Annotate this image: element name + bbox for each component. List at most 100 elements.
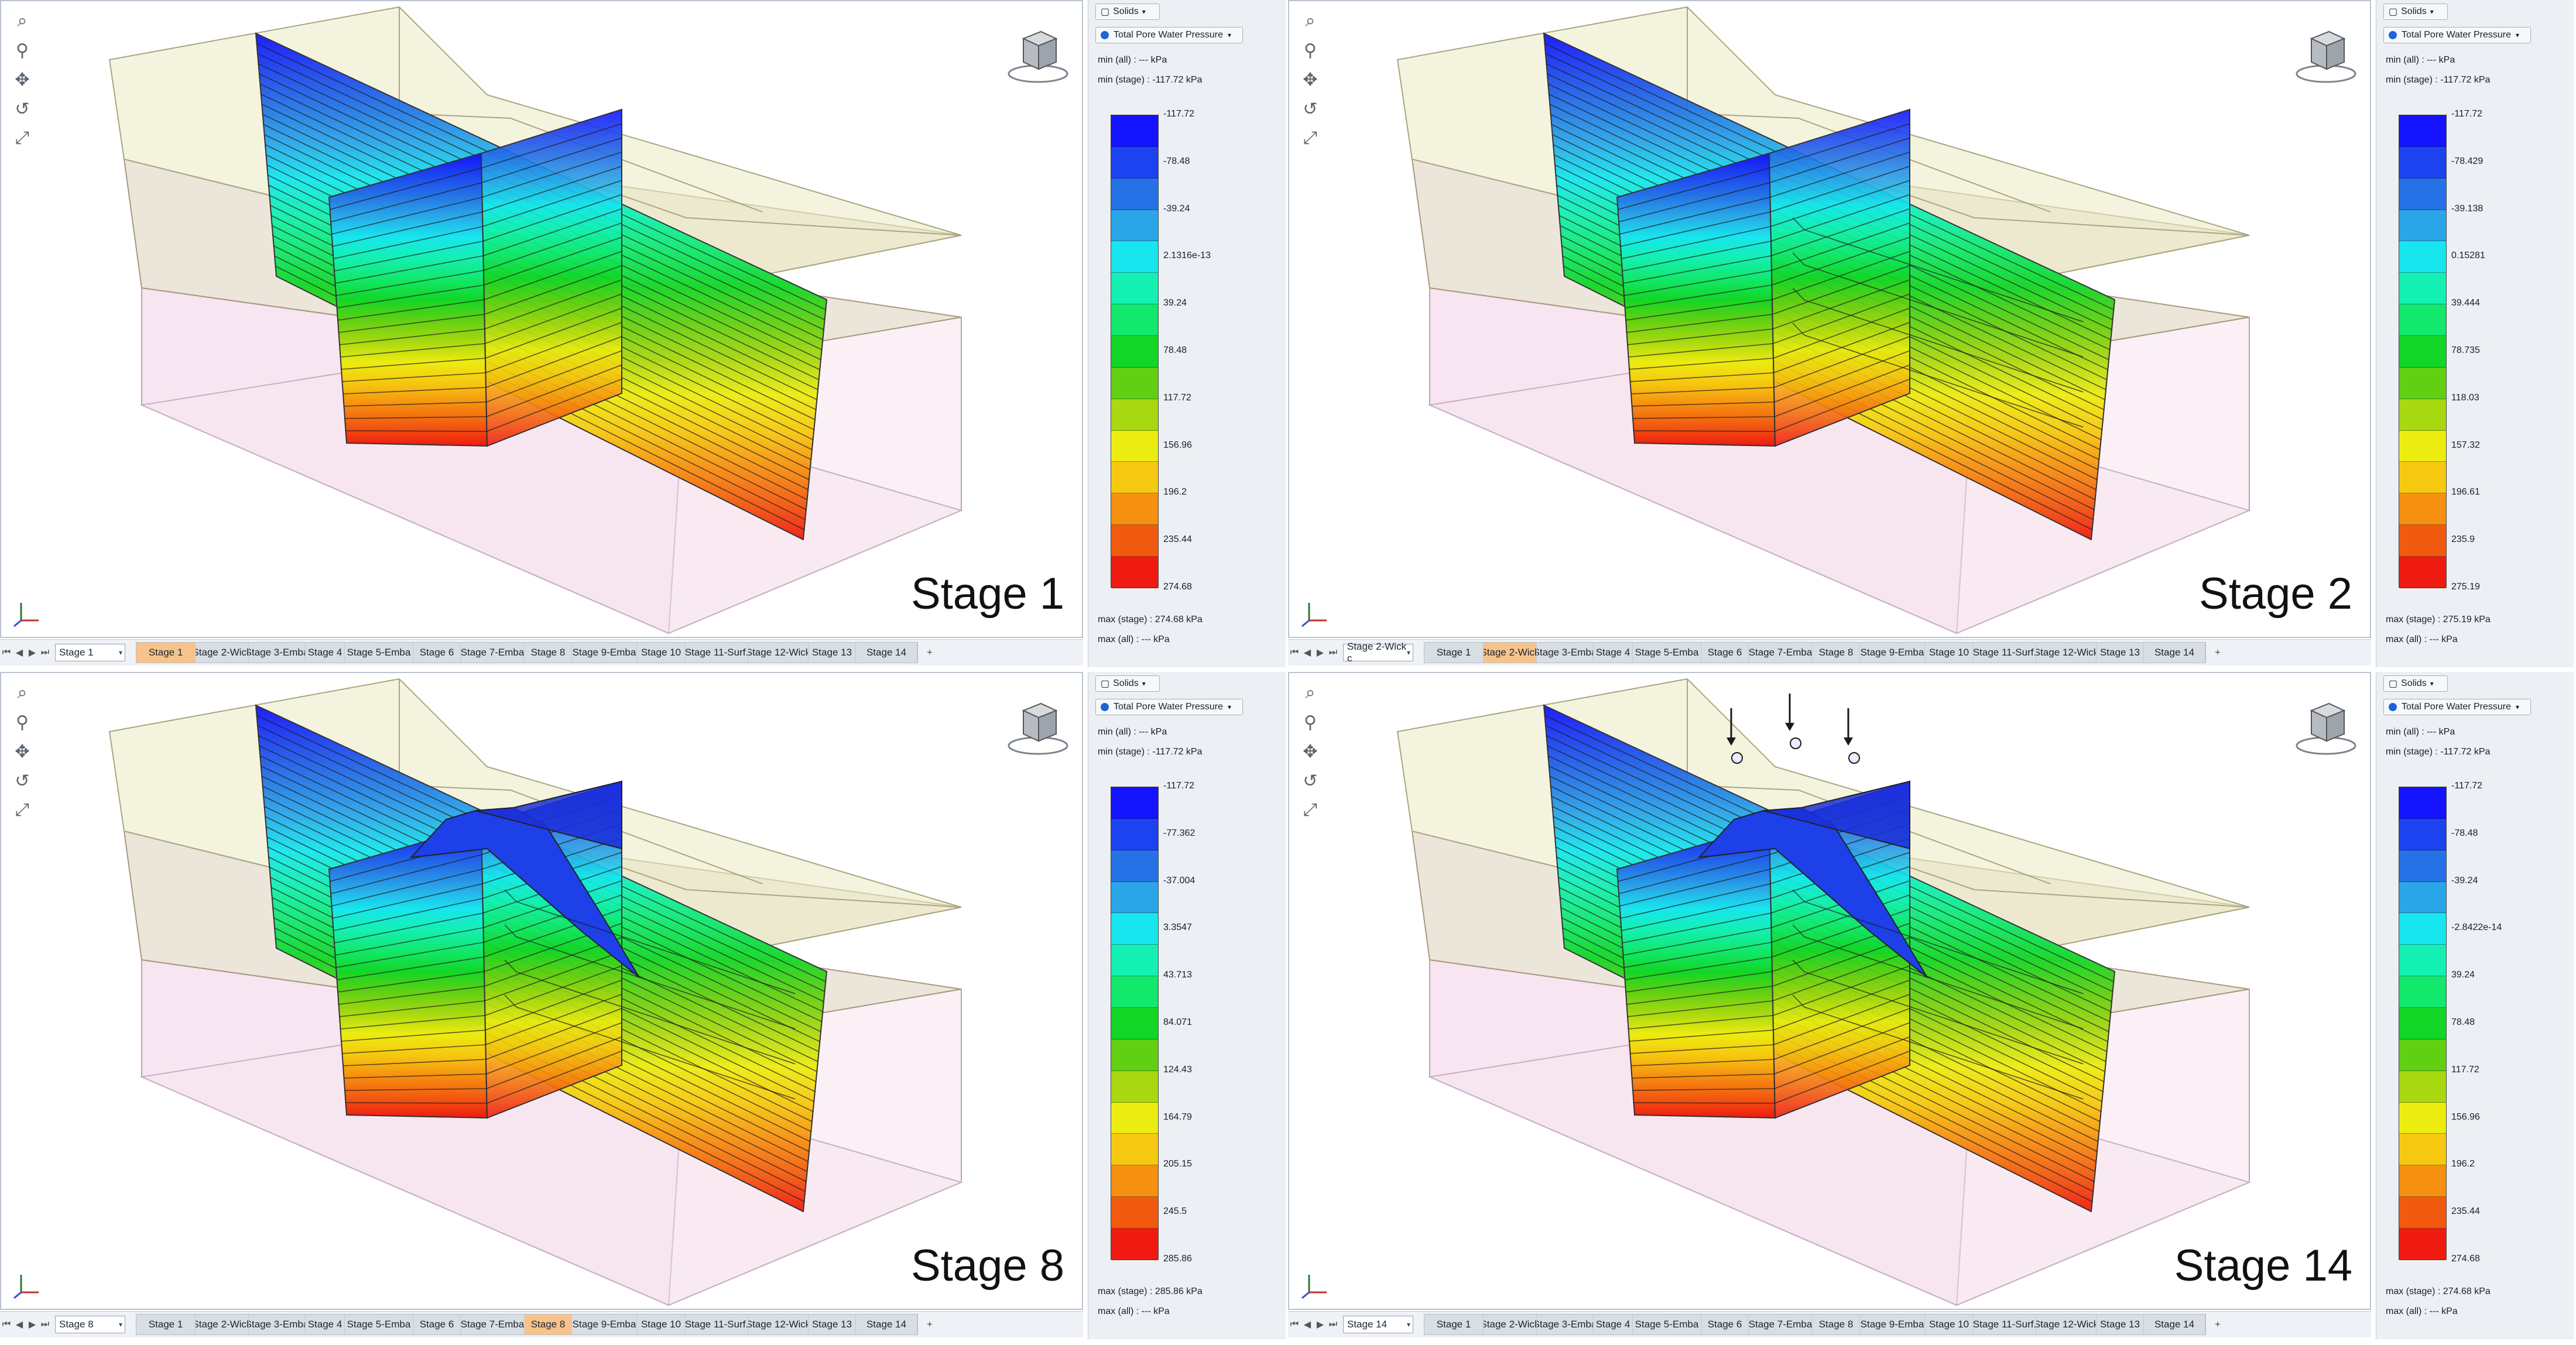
first-stage-button[interactable]: ⏮ bbox=[0, 1316, 13, 1333]
rotate-icon[interactable]: ↺ bbox=[1297, 768, 1323, 794]
stage-tab[interactable]: Stage 8 bbox=[1813, 1315, 1860, 1334]
pan-icon[interactable]: ✥ bbox=[1297, 67, 1323, 92]
zoom-box-icon[interactable]: ⌕ bbox=[1297, 8, 1323, 34]
stage-tab[interactable]: Stage 5-Emba bbox=[345, 643, 413, 663]
stage-tab[interactable]: Stage 2-Wick bbox=[196, 1315, 249, 1334]
previous-stage-button[interactable]: ◀ bbox=[13, 644, 26, 661]
stage-tab[interactable]: Stage 6 bbox=[413, 1315, 461, 1334]
last-stage-button[interactable]: ⏭ bbox=[1327, 1316, 1340, 1333]
stage-tab[interactable]: Stage 14 bbox=[2144, 643, 2205, 663]
stage-tab[interactable]: Stage 10 bbox=[1925, 643, 1974, 663]
fit-extents-icon[interactable]: ⤢ bbox=[1297, 125, 1323, 151]
pan-icon[interactable]: ✥ bbox=[1297, 739, 1323, 764]
stage-tab[interactable]: Stage 3-Emba bbox=[249, 1315, 306, 1334]
stage-tab[interactable]: Stage 13 bbox=[2097, 643, 2144, 663]
model-scene[interactable] bbox=[1289, 673, 2371, 1310]
add-stage-icon[interactable]: + bbox=[2206, 1319, 2229, 1330]
3d-viewport[interactable]: ⌕ ⚲ ✥ ↺ ⤢ Stage 1 bbox=[0, 0, 1083, 638]
zoom-icon[interactable]: ⚲ bbox=[9, 709, 35, 735]
stage-tab[interactable]: Stage 1 bbox=[1424, 1315, 1484, 1334]
stage-tab[interactable]: Stage 9-Emba bbox=[572, 643, 637, 663]
stage-tab[interactable]: Stage 9-Emba bbox=[1860, 643, 1925, 663]
stage-tab[interactable]: Stage 7-Emba bbox=[461, 643, 525, 663]
stage-tab[interactable]: Stage 11-Surf. bbox=[1974, 643, 2036, 663]
navigation-cube-icon[interactable] bbox=[2294, 699, 2358, 757]
stage-tab[interactable]: Stage 14 bbox=[2144, 1315, 2205, 1334]
stage-tab[interactable]: Stage 11-Surf. bbox=[1974, 1315, 2036, 1334]
fit-extents-icon[interactable]: ⤢ bbox=[1297, 797, 1323, 823]
zoom-box-icon[interactable]: ⌕ bbox=[9, 8, 35, 34]
rotate-icon[interactable]: ↺ bbox=[1297, 96, 1323, 122]
stage-tab[interactable]: Stage 8 bbox=[525, 643, 572, 663]
stage-tab[interactable]: Stage 5-Emba bbox=[345, 1315, 413, 1334]
pan-icon[interactable]: ✥ bbox=[9, 739, 35, 764]
stage-tab[interactable]: Stage 3-Emba bbox=[1537, 1315, 1594, 1334]
stage-tab[interactable]: Stage 4 bbox=[306, 1315, 345, 1334]
add-stage-icon[interactable]: + bbox=[2206, 647, 2229, 658]
zoom-icon[interactable]: ⚲ bbox=[1297, 37, 1323, 63]
previous-stage-button[interactable]: ◀ bbox=[1301, 644, 1314, 661]
3d-viewport[interactable]: ⌕ ⚲ ✥ ↺ ⤢ Stage 2 bbox=[1288, 0, 2371, 638]
rotate-icon[interactable]: ↺ bbox=[9, 768, 35, 794]
stage-tab[interactable]: Stage 13 bbox=[809, 643, 856, 663]
model-scene[interactable] bbox=[1, 673, 1083, 1310]
stage-tab[interactable]: Stage 14 bbox=[856, 1315, 917, 1334]
stage-tab[interactable]: Stage 9-Emba bbox=[572, 1315, 637, 1334]
stage-tab[interactable]: Stage 12-Wick bbox=[2036, 643, 2097, 663]
stage-tab[interactable]: Stage 7-Emba bbox=[1749, 1315, 1813, 1334]
solids-dropdown[interactable]: ▢ Solids ▾ bbox=[1095, 675, 1160, 692]
previous-stage-button[interactable]: ◀ bbox=[1301, 1316, 1314, 1333]
stage-selector[interactable]: Stage 14 ▾ bbox=[1343, 1316, 1413, 1333]
stage-tab[interactable]: Stage 3-Emba bbox=[1537, 643, 1594, 663]
stage-tab[interactable]: Stage 2-Wick bbox=[1484, 1315, 1537, 1334]
stage-tab[interactable]: Stage 7-Emba bbox=[461, 1315, 525, 1334]
last-stage-button[interactable]: ⏭ bbox=[1327, 644, 1340, 661]
stage-selector[interactable]: Stage 8 ▾ bbox=[55, 1316, 125, 1333]
stage-tab[interactable]: Stage 8 bbox=[525, 1315, 572, 1334]
3d-viewport[interactable]: ⌕ ⚲ ✥ ↺ ⤢ Stage 14 bbox=[1288, 672, 2371, 1310]
stage-tab[interactable]: Stage 9-Emba bbox=[1860, 1315, 1925, 1334]
fit-extents-icon[interactable]: ⤢ bbox=[9, 797, 35, 823]
solids-dropdown[interactable]: ▢ Solids ▾ bbox=[2383, 4, 2448, 20]
navigation-cube-icon[interactable] bbox=[1006, 27, 1070, 85]
last-stage-button[interactable]: ⏭ bbox=[39, 1316, 52, 1333]
pan-icon[interactable]: ✥ bbox=[9, 67, 35, 92]
result-type-dropdown[interactable]: Total Pore Water Pressure ▾ bbox=[2383, 27, 2531, 43]
stage-tab[interactable]: Stage 7-Emba bbox=[1749, 643, 1813, 663]
stage-tab[interactable]: Stage 12-Wick bbox=[2036, 1315, 2097, 1334]
stage-tab[interactable]: Stage 14 bbox=[856, 643, 917, 663]
last-stage-button[interactable]: ⏭ bbox=[39, 644, 52, 661]
stage-tab[interactable]: Stage 10 bbox=[637, 643, 686, 663]
navigation-cube-icon[interactable] bbox=[2294, 27, 2358, 85]
first-stage-button[interactable]: ⏮ bbox=[1288, 644, 1301, 661]
stage-tab[interactable]: Stage 6 bbox=[1701, 1315, 1749, 1334]
stage-selector[interactable]: Stage 2-Wick c ▾ bbox=[1343, 641, 1413, 664]
stage-tab[interactable]: Stage 2-Wick bbox=[1484, 643, 1537, 663]
model-scene[interactable] bbox=[1289, 1, 2371, 638]
stage-tab[interactable]: Stage 5-Emba bbox=[1633, 643, 1701, 663]
stage-tab[interactable]: Stage 8 bbox=[1813, 643, 1860, 663]
solids-dropdown[interactable]: ▢ Solids ▾ bbox=[1095, 4, 1160, 20]
stage-tab[interactable]: Stage 12-Wick bbox=[748, 1315, 809, 1334]
zoom-icon[interactable]: ⚲ bbox=[1297, 709, 1323, 735]
3d-viewport[interactable]: ⌕ ⚲ ✥ ↺ ⤢ Stage 8 bbox=[0, 672, 1083, 1310]
result-type-dropdown[interactable]: Total Pore Water Pressure ▾ bbox=[1095, 699, 1243, 715]
stage-tab[interactable]: Stage 1 bbox=[136, 1315, 196, 1334]
navigation-cube-icon[interactable] bbox=[1006, 699, 1070, 757]
add-stage-icon[interactable]: + bbox=[918, 647, 941, 658]
stage-tab[interactable]: Stage 12-Wick bbox=[748, 643, 809, 663]
stage-tab[interactable]: Stage 13 bbox=[809, 1315, 856, 1334]
stage-tab[interactable]: Stage 13 bbox=[2097, 1315, 2144, 1334]
stage-tab[interactable]: Stage 2-Wick bbox=[196, 643, 249, 663]
stage-selector[interactable]: Stage 1 ▾ bbox=[55, 644, 125, 661]
stage-tab[interactable]: Stage 1 bbox=[1424, 643, 1484, 663]
next-stage-button[interactable]: ▶ bbox=[1314, 1316, 1327, 1333]
result-type-dropdown[interactable]: Total Pore Water Pressure ▾ bbox=[2383, 699, 2531, 715]
stage-tab[interactable]: Stage 5-Emba bbox=[1633, 1315, 1701, 1334]
zoom-icon[interactable]: ⚲ bbox=[9, 37, 35, 63]
zoom-box-icon[interactable]: ⌕ bbox=[9, 680, 35, 706]
stage-tab[interactable]: Stage 1 bbox=[136, 643, 196, 663]
result-type-dropdown[interactable]: Total Pore Water Pressure ▾ bbox=[1095, 27, 1243, 43]
rotate-icon[interactable]: ↺ bbox=[9, 96, 35, 122]
stage-tab[interactable]: Stage 11-Surf. bbox=[686, 643, 748, 663]
